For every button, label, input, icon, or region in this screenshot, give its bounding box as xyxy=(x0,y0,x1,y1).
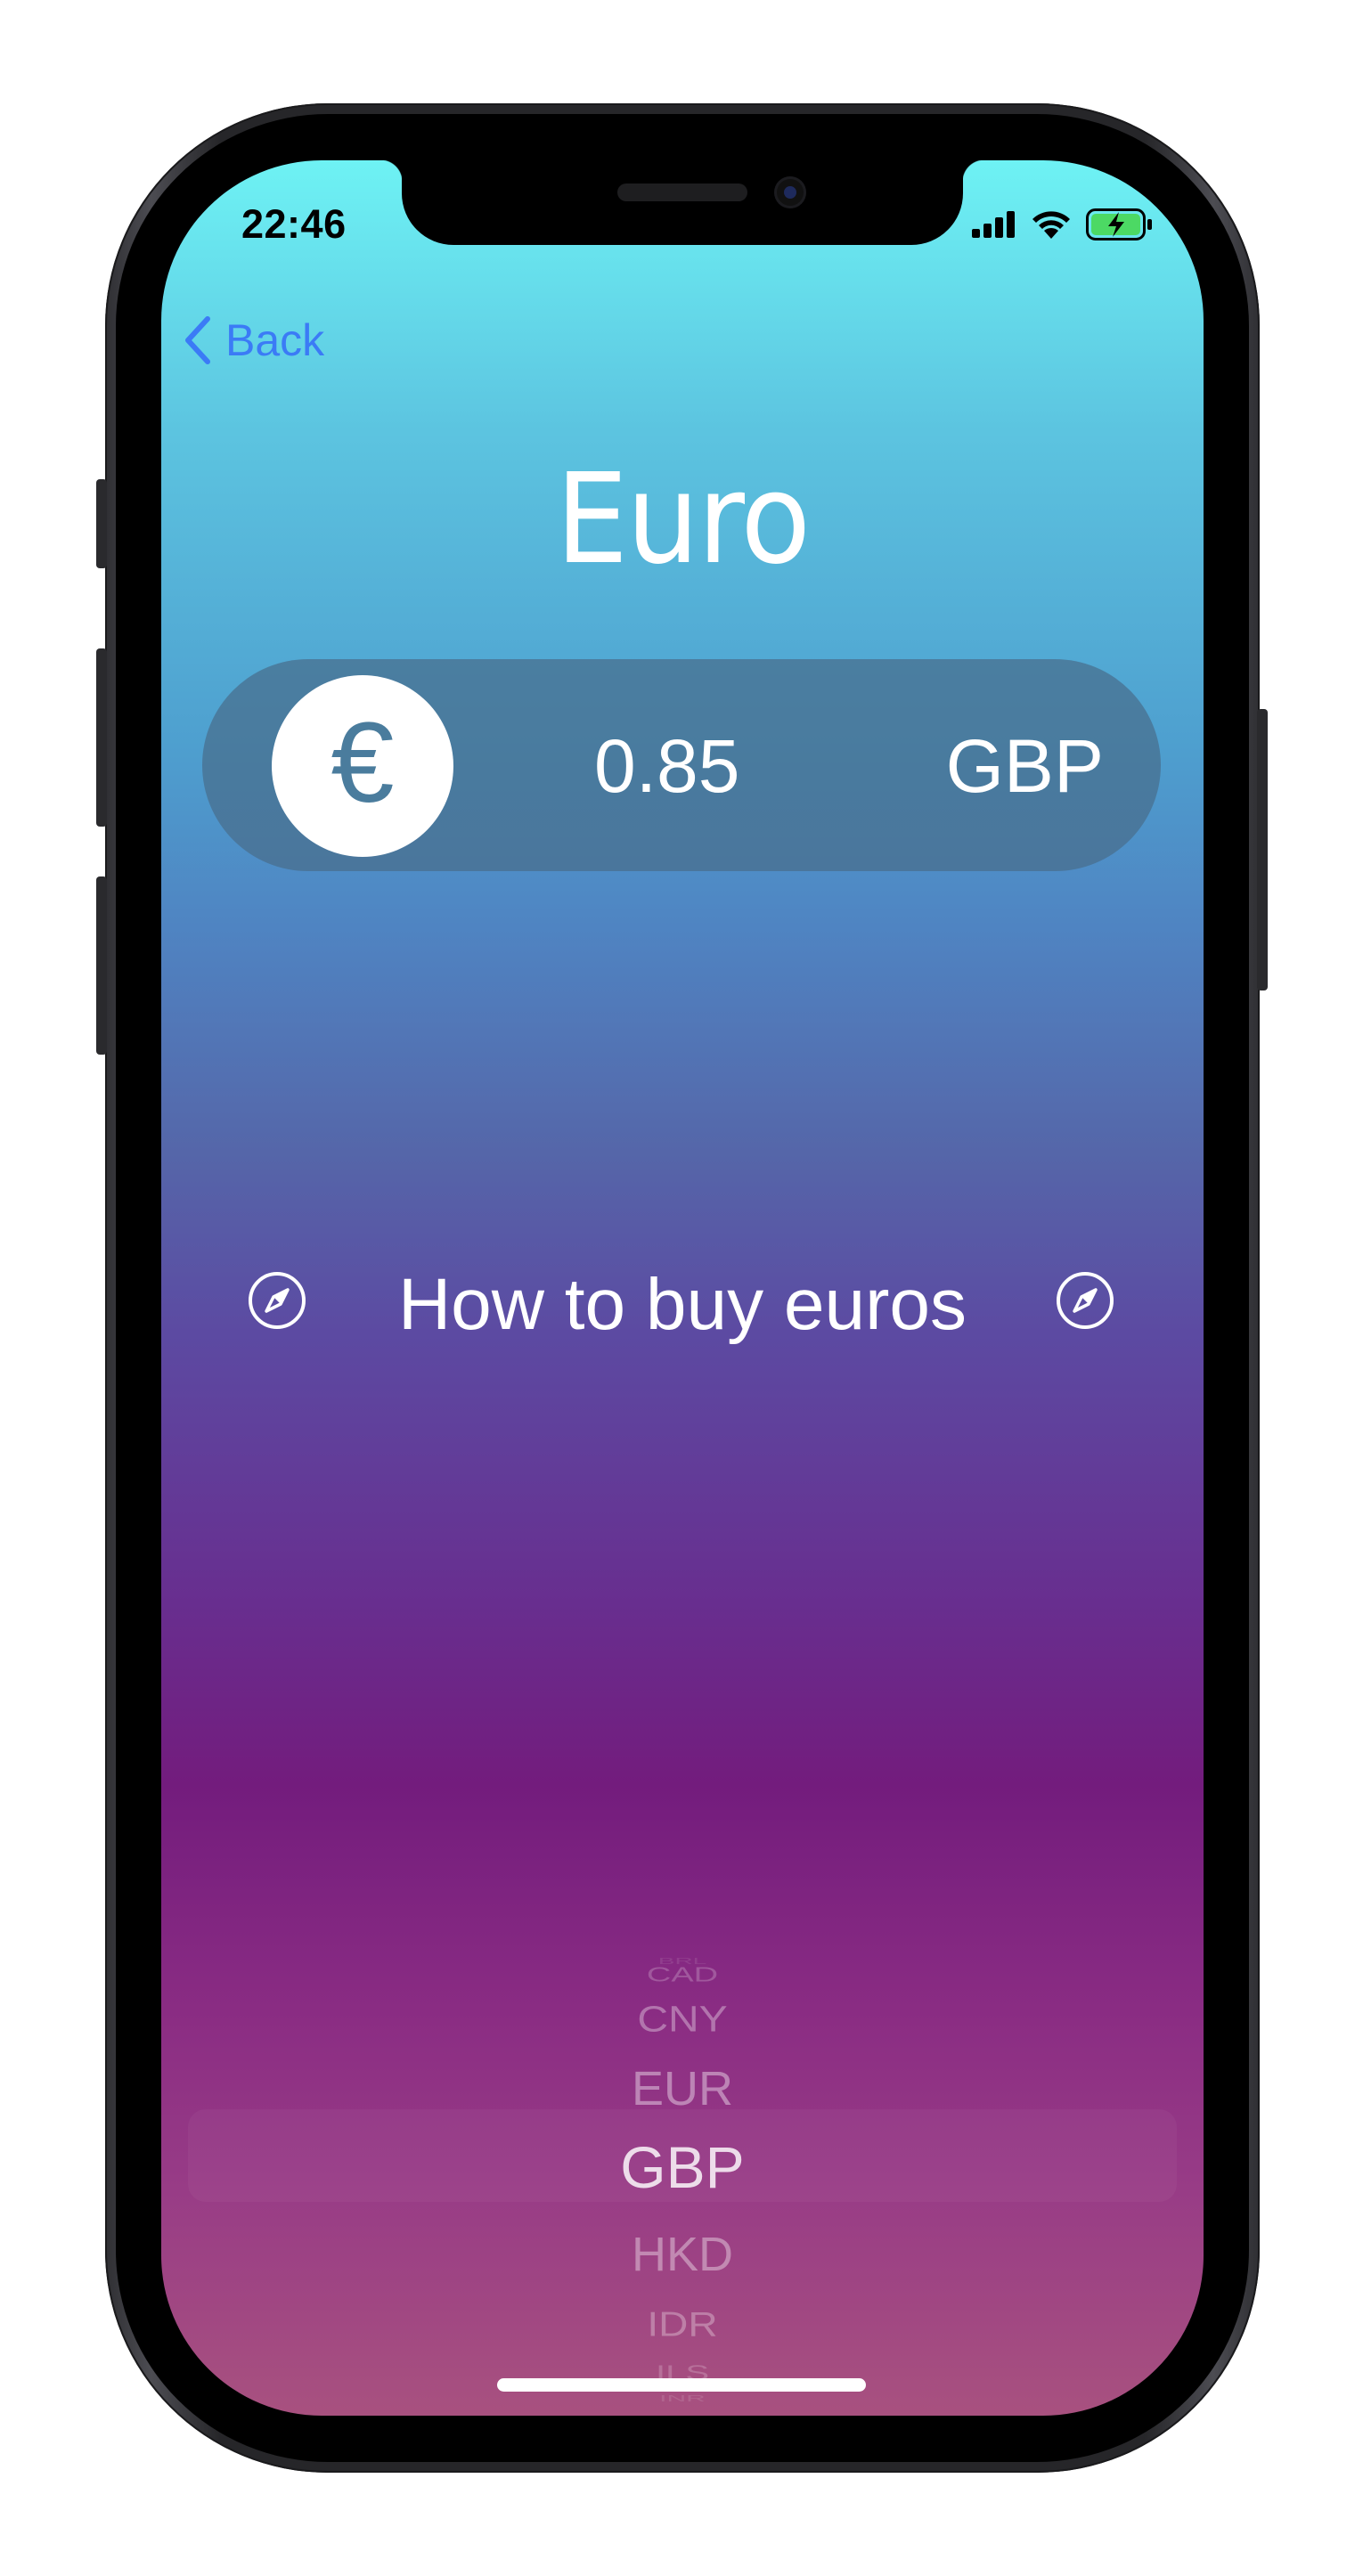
notch xyxy=(380,160,984,245)
chevron-left-icon xyxy=(185,316,210,364)
battery-charging-icon xyxy=(1086,208,1152,240)
back-button[interactable]: Back xyxy=(183,314,324,367)
euro-icon: € xyxy=(331,699,395,827)
how-to-buy-label: How to buy euros xyxy=(397,1264,967,1345)
target-currency-code: GBP xyxy=(945,724,1104,808)
compass-icon xyxy=(1057,1272,1114,1329)
picker-item[interactable]: CNY xyxy=(161,1999,1204,2041)
back-label: Back xyxy=(225,315,325,365)
volume-up-button xyxy=(96,648,107,827)
status-icons xyxy=(972,208,1154,240)
picker-item-selected[interactable]: GBP xyxy=(161,2133,1204,2201)
picker-item[interactable]: CAD xyxy=(161,1963,1204,1987)
wifi-icon xyxy=(1032,211,1070,239)
status-time: 22:46 xyxy=(241,201,347,247)
exchange-rate-value: 0.85 xyxy=(594,724,740,808)
picker-item[interactable]: EUR xyxy=(161,2061,1204,2116)
app-screen: 22:46 Back Euro € 0.85 GBP How to buy eu… xyxy=(161,160,1204,2416)
picker-item[interactable]: IDR xyxy=(161,2303,1204,2344)
currency-title: Euro xyxy=(555,447,811,592)
currency-symbol-badge: € xyxy=(272,675,453,857)
power-button xyxy=(1257,709,1268,990)
picker-item[interactable]: HKD xyxy=(161,2227,1204,2282)
volume-down-button xyxy=(96,876,107,1055)
speaker-grille xyxy=(617,183,747,201)
currency-picker[interactable]: BRL CAD CNY EUR GBP HKD IDR ILS INR xyxy=(161,1781,1204,2416)
cellular-signal-icon xyxy=(972,211,1015,238)
picker-item[interactable]: INR xyxy=(161,2393,1204,2404)
exchange-rate-card: € 0.85 GBP xyxy=(202,659,1161,871)
front-camera xyxy=(774,176,806,208)
how-to-buy-link[interactable]: How to buy euros xyxy=(161,1238,1204,1363)
action-button xyxy=(96,479,107,568)
home-indicator[interactable] xyxy=(497,2378,866,2392)
